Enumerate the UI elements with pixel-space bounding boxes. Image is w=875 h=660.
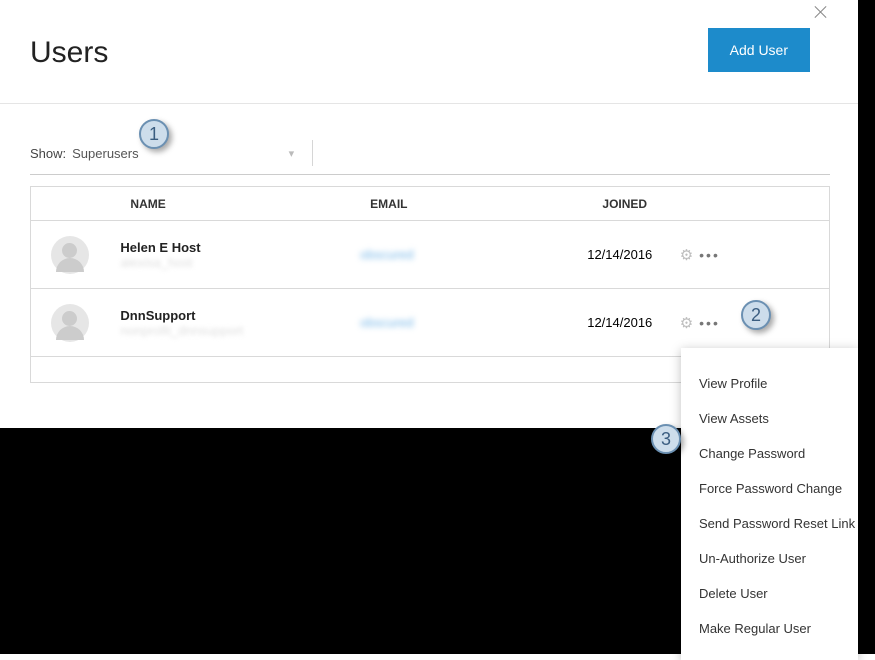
user-username: nonprofit_dnnsupport	[120, 323, 360, 338]
gear-icon[interactable]	[680, 246, 693, 264]
avatar	[51, 304, 89, 342]
callout-3: 3	[651, 424, 681, 454]
filter-dropdown[interactable]: Superusers	[72, 146, 138, 161]
table-row: DnnSupport nonprofit_dnnsupport obscured…	[31, 289, 830, 357]
ellipsis-icon[interactable]: •••	[699, 315, 720, 331]
menu-send-password-reset-link[interactable]: Send Password Reset Link	[681, 506, 858, 541]
chevron-down-icon[interactable]: ▾	[289, 147, 295, 160]
user-joined: 12/14/2016	[560, 221, 680, 289]
menu-force-password-change[interactable]: Force Password Change	[681, 471, 858, 506]
menu-change-password[interactable]: Change Password	[681, 436, 858, 471]
header-divider	[0, 103, 858, 104]
menu-delete-user[interactable]: Delete User	[681, 576, 858, 611]
user-name[interactable]: Helen E Host	[120, 240, 360, 255]
table-header-row: NAME EMAIL JOINED	[31, 187, 830, 221]
col-header-joined: JOINED	[560, 187, 680, 221]
callout-2: 2	[741, 300, 771, 330]
page-title: Users	[30, 36, 108, 70]
user-username: alexisa_host	[120, 255, 360, 270]
gear-icon[interactable]	[680, 314, 693, 332]
right-edge-dark	[858, 0, 875, 654]
close-icon[interactable]	[814, 6, 828, 20]
user-context-menu: View Profile View Assets Change Password…	[681, 348, 858, 660]
user-email[interactable]: obscured	[360, 247, 413, 262]
user-joined: 12/14/2016	[560, 289, 680, 357]
ellipsis-icon[interactable]: •••	[699, 247, 720, 263]
menu-view-profile[interactable]: View Profile	[681, 366, 858, 401]
avatar	[51, 236, 89, 274]
add-user-button[interactable]: Add User	[708, 28, 810, 72]
filter-divider	[30, 174, 830, 175]
filter-label: Show:	[30, 146, 66, 161]
menu-make-regular-user[interactable]: Make Regular User	[681, 611, 858, 646]
user-name[interactable]: DnnSupport	[120, 308, 360, 323]
menu-view-assets[interactable]: View Assets	[681, 401, 858, 436]
callout-1: 1	[139, 119, 169, 149]
col-header-email: EMAIL	[360, 187, 560, 221]
filter-row: Show: Superusers ▾	[30, 140, 313, 166]
table-row: Helen E Host alexisa_host obscured 12/14…	[31, 221, 830, 289]
user-email[interactable]: obscured	[360, 315, 413, 330]
col-header-name: NAME	[120, 187, 360, 221]
menu-unauthorize-user[interactable]: Un-Authorize User	[681, 541, 858, 576]
page-header: Users	[30, 36, 108, 70]
filter-separator	[312, 140, 313, 166]
